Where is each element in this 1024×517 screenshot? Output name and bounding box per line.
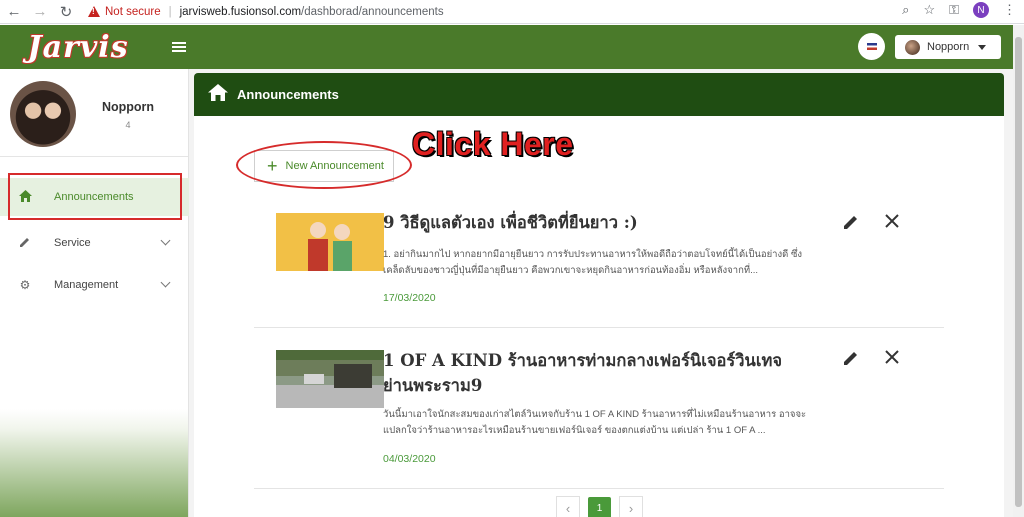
announcement-date: 17/03/2020 <box>383 292 436 304</box>
language-button[interactable] <box>858 33 885 60</box>
app-header: Jarvis Nopporn <box>0 25 1013 69</box>
browser-profile-avatar[interactable]: N <box>973 2 989 18</box>
delete-x-icon[interactable] <box>884 213 900 229</box>
back-arrow-icon[interactable]: ← <box>2 2 26 22</box>
sidebar-item-label: Management <box>54 279 119 291</box>
address-separator: | <box>168 5 172 18</box>
pagination-next-button[interactable]: › <box>619 496 643 517</box>
sidebar-item-label: Service <box>54 237 91 249</box>
pencil-icon <box>18 236 32 251</box>
browser-toolbar: ← → ↻ Not secure | jarvisweb.fusionsol.c… <box>0 0 1024 24</box>
page-title: Announcements <box>237 87 339 102</box>
page-header: Announcements <box>194 73 1004 116</box>
edit-pencil-icon[interactable] <box>843 214 859 230</box>
flag-icon <box>866 43 877 50</box>
browser-menu-icon[interactable]: ⋮ <box>1003 2 1016 18</box>
sidebar-item-service[interactable]: Service <box>0 224 189 262</box>
chevron-down-icon <box>160 277 171 288</box>
url-host: jarvisweb.fusionsol.com <box>179 5 302 18</box>
sidebar-item-management[interactable]: ⚙ Management <box>0 266 189 304</box>
gear-icon: ⚙ <box>19 278 31 292</box>
scrollbar-thumb[interactable] <box>1015 37 1022 507</box>
edit-pencil-icon[interactable] <box>843 350 859 366</box>
announcement-title[interactable]: 1 OF A KIND ร้านอาหารท่ามกลางเฟอร์นิเจอร… <box>383 348 815 398</box>
announcement-description: วันนี้มาเอาใจนักสะสมของเก่าสไตล์วินเทจกั… <box>383 409 807 436</box>
caret-down-icon <box>978 44 987 50</box>
click-here-callout: Click Here <box>412 126 574 162</box>
chevron-down-icon <box>160 235 171 246</box>
pagination-page-current[interactable]: 1 <box>588 497 611 517</box>
page-scrollbar[interactable] <box>1013 25 1024 517</box>
bookmark-star-icon[interactable]: ☆ <box>923 2 935 18</box>
avatar <box>10 81 76 147</box>
announcement-thumbnail[interactable] <box>276 213 384 271</box>
forward-arrow-icon[interactable]: → <box>28 2 52 22</box>
hamburger-menu-icon[interactable] <box>172 42 186 52</box>
pagination-prev-button[interactable]: ‹ <box>556 496 580 517</box>
user-name: Nopporn <box>927 41 970 53</box>
announcement-title[interactable]: 9 วิธีดูแลตัวเอง เพื่อชีวิตที่ยืนยาว :) <box>383 210 815 235</box>
divider <box>254 327 944 328</box>
announcement-description: 1. อย่ากินมากไป หากอยากมีอายุยืนยาว การร… <box>383 249 803 276</box>
sidebar: Nopporn 4 Announcements Service ⚙ Manage… <box>0 69 189 517</box>
home-icon <box>208 83 228 106</box>
highlight-box <box>8 173 182 220</box>
highlight-oval <box>236 141 412 189</box>
not-secure-label: Not secure <box>105 5 161 18</box>
user-menu-button[interactable]: Nopporn <box>895 35 1001 59</box>
url-path: /dashborad/announcements <box>301 5 444 18</box>
browser-actions: ⌕ ☆ ⚿ N ⋮ <box>902 2 1016 18</box>
profile-card: Nopporn 4 <box>0 69 188 157</box>
profile-name: Nopporn <box>101 100 155 114</box>
announcement-date: 04/03/2020 <box>383 453 436 465</box>
announcement-thumbnail[interactable] <box>276 350 384 408</box>
app-logo: Jarvis <box>27 29 129 65</box>
divider <box>254 488 944 489</box>
warning-icon <box>88 6 100 17</box>
screen: ← → ↻ Not secure | jarvisweb.fusionsol.c… <box>0 0 1024 517</box>
logo-container[interactable]: Jarvis <box>0 25 156 69</box>
key-icon[interactable]: ⚿ <box>949 2 959 18</box>
user-avatar <box>905 39 920 55</box>
delete-x-icon[interactable] <box>884 349 900 365</box>
zoom-icon[interactable]: ⌕ <box>902 2 909 18</box>
reload-icon[interactable]: ↻ <box>54 2 78 22</box>
address-bar[interactable]: Not secure | jarvisweb.fusionsol.com /da… <box>88 2 444 22</box>
profile-subtitle: 4 <box>125 120 131 130</box>
